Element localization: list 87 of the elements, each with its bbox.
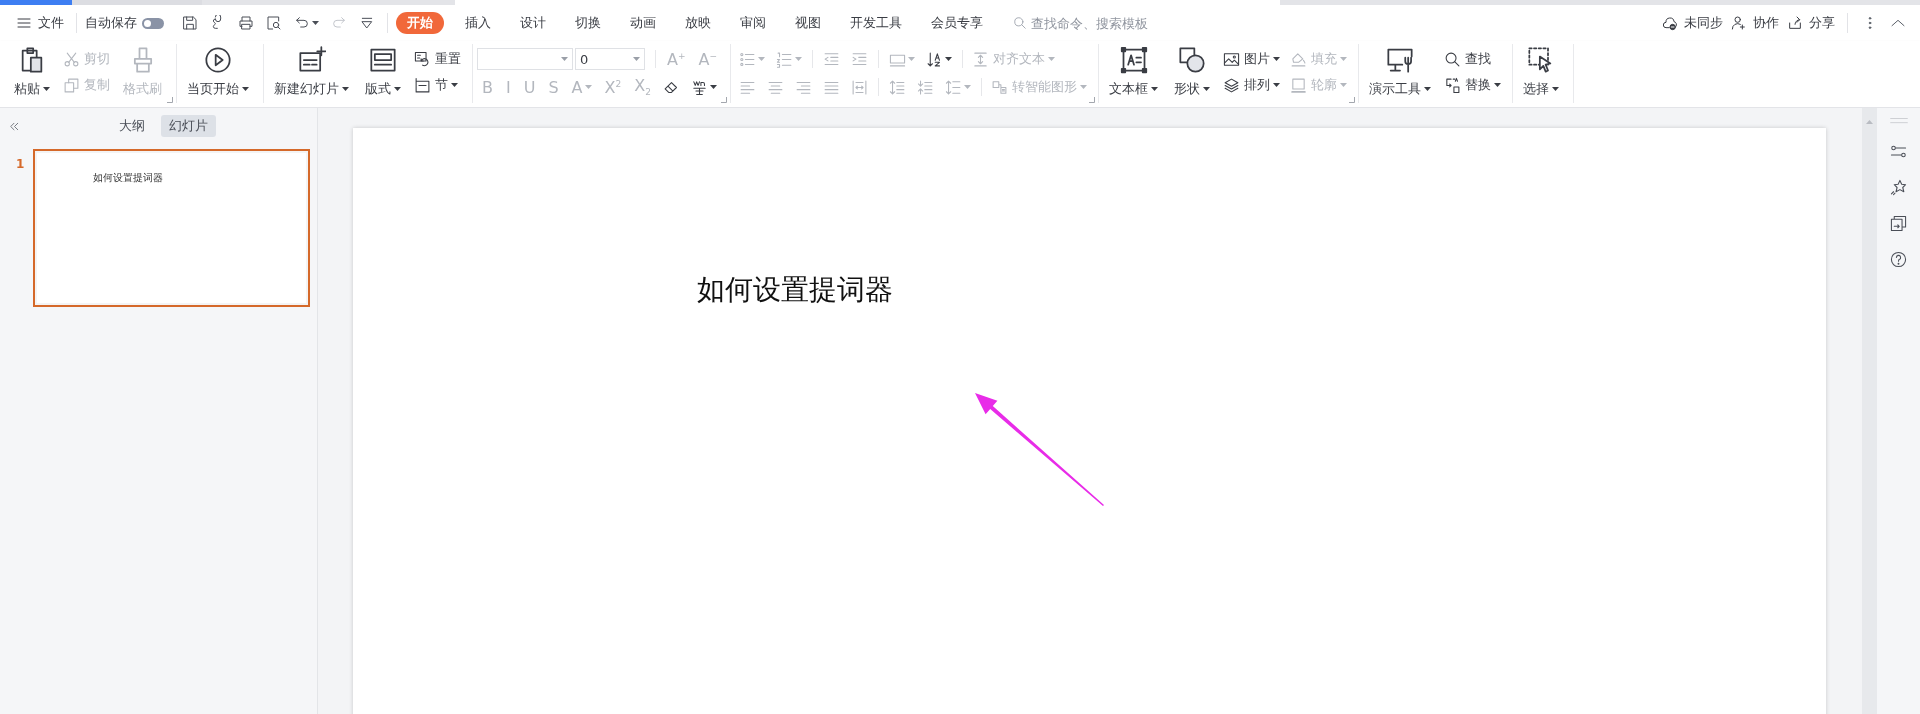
sort-icon [926, 50, 943, 68]
ribbon-button[interactable]: 版式 [359, 44, 407, 98]
ribbon-tab[interactable]: 视图 [784, 12, 832, 34]
slide-title: 如何设置提词器 [697, 272, 893, 308]
ribbon-tab[interactable]: 切换 [564, 12, 612, 34]
smart-art-icon [991, 78, 1008, 96]
slideshow-icon[interactable] [1890, 215, 1907, 232]
dialog-launcher-icon[interactable] [1349, 97, 1355, 103]
ribbon-button[interactable]: 新建幻灯片 [268, 44, 355, 98]
cloud-icon [1662, 15, 1678, 31]
line-spacing-icon [889, 78, 906, 96]
copy-icon [63, 76, 80, 94]
ribbon-tab[interactable]: 设计 [509, 12, 557, 34]
slide-number: 1 [16, 156, 26, 171]
dialog-launcher-icon[interactable] [721, 97, 727, 103]
ribbon-button[interactable]: 图片 [1220, 47, 1283, 71]
indent-icon [851, 50, 868, 68]
indent-icon [823, 50, 840, 68]
menu-icon [16, 15, 32, 31]
file-menu-button[interactable]: 文件 [12, 10, 68, 36]
ribbon-tab[interactable]: 审阅 [729, 12, 777, 34]
printer-icon [238, 15, 254, 31]
text-box-icon [1119, 46, 1148, 74]
ribbon-tab[interactable]: 插入 [454, 12, 502, 34]
save-icon [182, 15, 198, 31]
customize-icon [359, 15, 375, 31]
ribbon-tab[interactable]: 动画 [619, 12, 667, 34]
autosave-label: 自动保存 [85, 14, 137, 32]
search-icon [1013, 16, 1027, 30]
panel-tab[interactable]: 大纲 [111, 115, 153, 137]
pinyin-icon [690, 78, 708, 96]
align-text-icon [972, 50, 989, 68]
slide-plus-icon [297, 46, 326, 74]
paint-bucket-icon [1290, 50, 1307, 68]
ribbon-button[interactable]: 替换 [1441, 73, 1504, 97]
person-plus-icon [1731, 15, 1747, 31]
ribbon-button[interactable]: 选择 [1517, 44, 1565, 98]
search-field[interactable]: 查找命令、搜索模板 [1013, 14, 1183, 32]
help-icon[interactable] [1890, 251, 1907, 268]
section-icon [414, 76, 431, 94]
thumbnail-title: 如何设置提词器 [93, 172, 163, 183]
ribbon-button[interactable]: 节 [411, 73, 464, 97]
ribbon-tab[interactable]: 会员专享 [920, 12, 994, 34]
undo-icon [294, 15, 310, 31]
account-button[interactable]: 协作 [1727, 10, 1783, 36]
ribbon-tab[interactable]: 放映 [674, 12, 722, 34]
ribbon-button[interactable]: 当页开始 [181, 44, 255, 98]
picture-icon [1223, 50, 1240, 68]
scissors-icon [63, 50, 80, 68]
font-name-field[interactable] [477, 48, 573, 70]
line-spacing-icon [945, 78, 962, 96]
ribbon-button[interactable]: 演示工具 [1363, 44, 1437, 98]
play-icon [204, 46, 232, 74]
ribbon-button[interactable]: 形状 [1168, 44, 1216, 98]
shapes-icon [1178, 46, 1206, 74]
print-preview-icon [266, 15, 282, 31]
layout-icon [369, 46, 397, 74]
share-icon [1787, 15, 1803, 31]
font-size-field[interactable]: 0 [575, 48, 645, 70]
dialog-launcher-icon[interactable] [1089, 97, 1095, 103]
account-button[interactable]: 分享 [1783, 10, 1839, 36]
ribbon-button[interactable]: 粘贴 [8, 44, 56, 98]
ribbon-tab[interactable]: 开发工具 [839, 12, 913, 34]
slide-thumbnail[interactable]: 如何设置提词器 [33, 149, 310, 307]
dialog-launcher-icon[interactable] [167, 97, 173, 103]
reset-icon [414, 50, 431, 68]
distribute-icon [851, 78, 868, 96]
ribbon-button[interactable]: 重置 [411, 47, 464, 71]
outline-icon [1290, 76, 1307, 94]
panel-tab[interactable]: 幻灯片 [161, 115, 216, 137]
layers-icon [1223, 76, 1240, 94]
star-icon[interactable] [1890, 179, 1907, 196]
bullets-icon [739, 50, 756, 68]
replace-icon [1444, 76, 1461, 94]
scroll-up-icon[interactable] [1866, 120, 1873, 124]
redo-icon [331, 15, 347, 31]
autosave-toggle[interactable] [142, 17, 164, 29]
settings-icon[interactable] [1890, 143, 1907, 160]
line-spacing-icon [917, 78, 934, 96]
ribbon-button[interactable]: 文本框 [1103, 44, 1164, 98]
monitor-wrench-icon [1386, 46, 1414, 74]
scrollbar[interactable] [1862, 108, 1877, 714]
ribbon-button[interactable]: 查找 [1441, 47, 1504, 71]
search-icon [1444, 50, 1461, 68]
numbering-icon [776, 50, 793, 68]
ribbon-button[interactable]: 排列 [1220, 73, 1283, 97]
account-button[interactable]: 未同步 [1658, 10, 1727, 36]
